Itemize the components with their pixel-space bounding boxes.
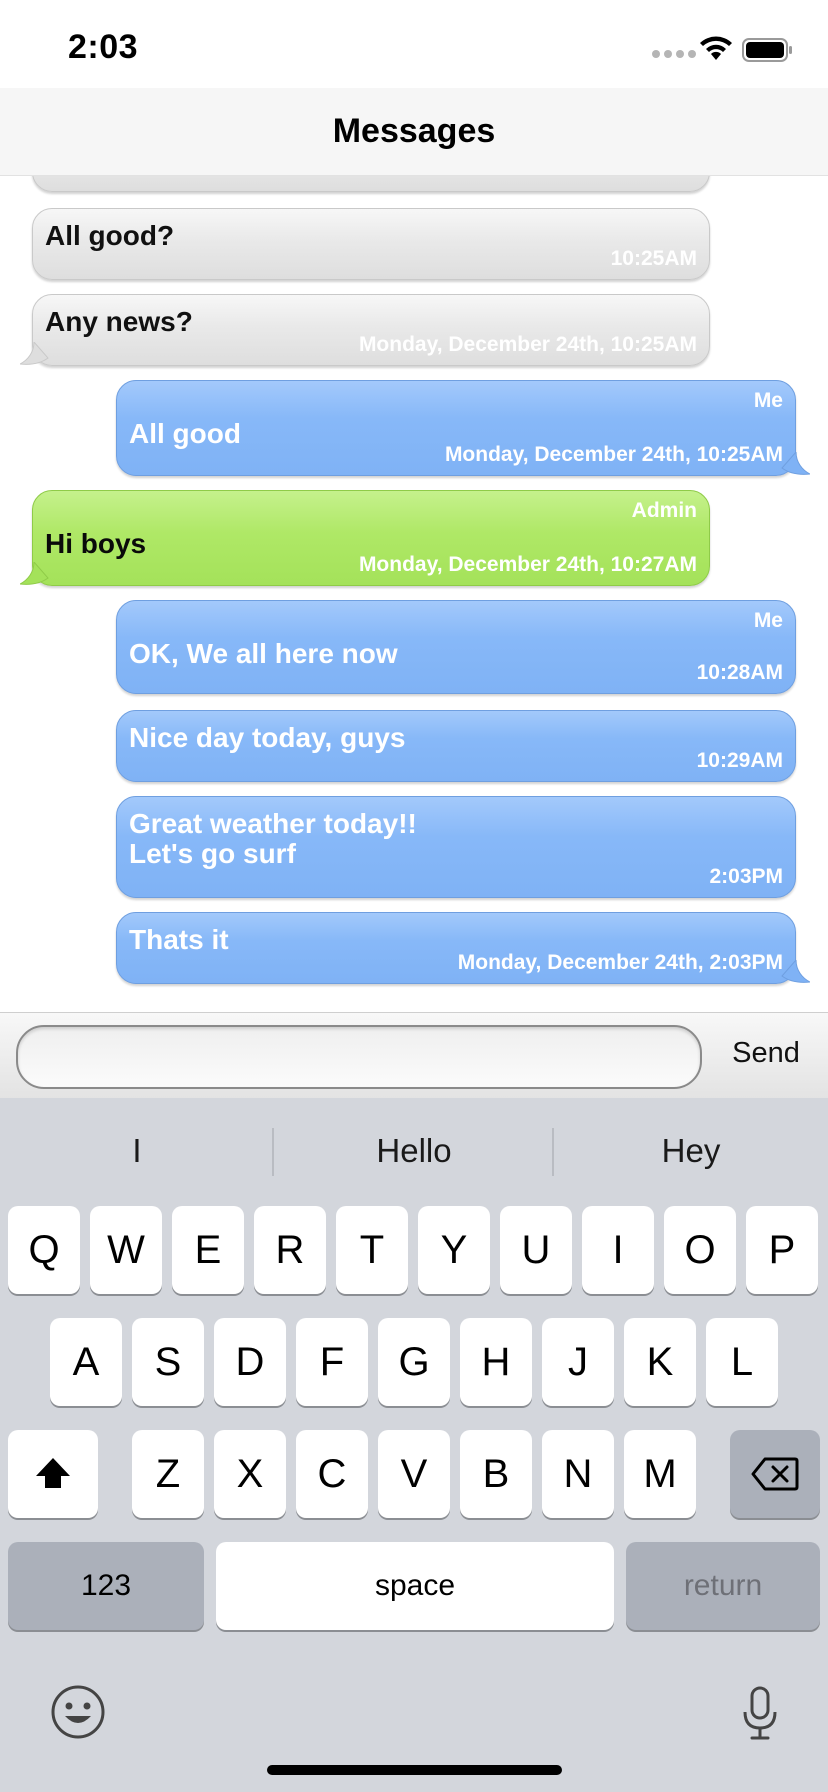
message-bubble-outgoing[interactable]: Nice day today, guys 10:29AM bbox=[116, 710, 796, 782]
key-x[interactable]: X bbox=[214, 1430, 286, 1518]
suggestion-divider bbox=[552, 1128, 554, 1176]
message-sender: Me bbox=[753, 389, 783, 412]
message-text-line2: Let's go surf bbox=[129, 838, 296, 869]
key-w[interactable]: W bbox=[90, 1206, 162, 1294]
compose-bar: Send bbox=[0, 1012, 828, 1098]
key-h[interactable]: H bbox=[460, 1318, 532, 1406]
message-bubble-admin[interactable]: Admin Hi boys Monday, December 24th, 10:… bbox=[32, 490, 710, 586]
bubble-tail bbox=[781, 960, 810, 983]
suggestion-item[interactable]: Hey bbox=[556, 1132, 826, 1170]
home-indicator[interactable] bbox=[267, 1765, 562, 1775]
message-text: Nice day today, guys bbox=[129, 722, 406, 753]
key-e[interactable]: E bbox=[172, 1206, 244, 1294]
signal-icon bbox=[652, 50, 696, 58]
status-bar: 2:03 bbox=[0, 0, 828, 88]
status-time: 2:03 bbox=[68, 28, 139, 66]
message-bubble[interactable]: Any news? Monday, December 24th, 10:25AM bbox=[32, 294, 710, 366]
key-u[interactable]: U bbox=[500, 1206, 572, 1294]
message-sender: Me bbox=[753, 609, 783, 632]
key-c[interactable]: C bbox=[296, 1430, 368, 1518]
bubble-tail bbox=[20, 342, 49, 365]
message-timestamp: Monday, December 24th, 10:25AM bbox=[444, 443, 783, 466]
key-r[interactable]: R bbox=[254, 1206, 326, 1294]
bubble-tail bbox=[20, 562, 49, 585]
key-o[interactable]: O bbox=[664, 1206, 736, 1294]
microphone-icon[interactable] bbox=[740, 1686, 780, 1742]
message-bubble-outgoing[interactable]: Me All good Monday, December 24th, 10:25… bbox=[116, 380, 796, 476]
key-p[interactable]: P bbox=[746, 1206, 818, 1294]
key-n[interactable]: N bbox=[542, 1430, 614, 1518]
message-bubble[interactable]: All good? 10:25AM bbox=[32, 208, 710, 280]
key-z[interactable]: Z bbox=[132, 1430, 204, 1518]
key-d[interactable]: D bbox=[214, 1318, 286, 1406]
key-q[interactable]: Q bbox=[8, 1206, 80, 1294]
emoji-icon[interactable] bbox=[50, 1684, 106, 1740]
message-timestamp: Monday, December 24th, 2:03PM bbox=[457, 951, 783, 974]
key-j[interactable]: J bbox=[542, 1318, 614, 1406]
key-f[interactable]: F bbox=[296, 1318, 368, 1406]
message-text: OK, We all here now bbox=[129, 638, 398, 669]
key-i[interactable]: I bbox=[582, 1206, 654, 1294]
key-v[interactable]: V bbox=[378, 1430, 450, 1518]
message-timestamp: 10:29AM bbox=[696, 749, 783, 772]
key-a[interactable]: A bbox=[50, 1318, 122, 1406]
message-bubble-outgoing[interactable]: Great weather today!! Let's go surf 2:03… bbox=[116, 796, 796, 898]
message-input[interactable] bbox=[16, 1025, 702, 1089]
message-timestamp: 2:03PM bbox=[709, 865, 783, 888]
suggestion-item[interactable]: Hello bbox=[279, 1132, 549, 1170]
key-b[interactable]: B bbox=[460, 1430, 532, 1518]
return-key[interactable]: return bbox=[626, 1542, 820, 1630]
message-sender: Admin bbox=[631, 499, 697, 522]
key-t[interactable]: T bbox=[336, 1206, 408, 1294]
suggestion-item[interactable]: I bbox=[2, 1132, 272, 1170]
key-m[interactable]: M bbox=[624, 1430, 696, 1518]
navigation-bar: Messages bbox=[0, 88, 828, 176]
shift-icon bbox=[36, 1458, 70, 1488]
wifi-icon bbox=[700, 36, 732, 60]
key-s[interactable]: S bbox=[132, 1318, 204, 1406]
key-k[interactable]: K bbox=[624, 1318, 696, 1406]
battery-icon bbox=[742, 38, 792, 62]
message-text-line1: Great weather today!! bbox=[129, 808, 417, 839]
message-text: All good? bbox=[45, 220, 175, 251]
space-key[interactable]: space bbox=[216, 1542, 614, 1630]
shift-key[interactable] bbox=[8, 1430, 98, 1518]
suggestion-divider bbox=[272, 1128, 274, 1176]
suggestion-bar: I Hello Hey bbox=[0, 1098, 828, 1208]
numbers-key[interactable]: 123 bbox=[8, 1542, 204, 1630]
message-timestamp: Monday, December 24th, 10:25AM bbox=[358, 333, 697, 356]
key-y[interactable]: Y bbox=[418, 1206, 490, 1294]
keyboard: I Hello Hey Q W E R T Y U I O P A S D F … bbox=[0, 1098, 828, 1792]
key-g[interactable]: G bbox=[378, 1318, 450, 1406]
bubble-tail bbox=[781, 452, 810, 475]
message-bubble-outgoing[interactable]: Me OK, We all here now 10:28AM bbox=[116, 600, 796, 694]
backspace-icon bbox=[751, 1457, 799, 1491]
message-timestamp: 10:25AM bbox=[610, 247, 697, 270]
message-list[interactable]: All good? 10:25AM Any news? Monday, Dece… bbox=[0, 176, 828, 1012]
message-timestamp: Monday, December 24th, 10:27AM bbox=[358, 553, 697, 576]
message-timestamp: 10:28AM bbox=[696, 661, 783, 684]
send-button[interactable]: Send bbox=[718, 1037, 814, 1070]
backspace-key[interactable] bbox=[730, 1430, 820, 1518]
message-bubble-outgoing[interactable]: Thats it Monday, December 24th, 2:03PM bbox=[116, 912, 796, 984]
key-l[interactable]: L bbox=[706, 1318, 778, 1406]
message-bubble-partial bbox=[32, 176, 710, 192]
page-title: Messages bbox=[332, 112, 496, 150]
